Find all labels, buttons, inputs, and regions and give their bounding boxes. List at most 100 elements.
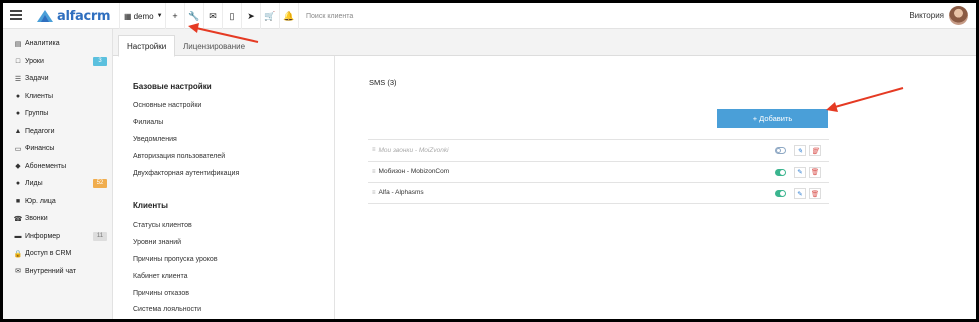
- provider-toggle[interactable]: [775, 168, 786, 176]
- branch-label: demo: [133, 11, 154, 21]
- pencil-icon[interactable]: ✎: [794, 145, 806, 156]
- provider-toggle[interactable]: [775, 190, 786, 197]
- tab-settings[interactable]: Настройки: [118, 35, 176, 57]
- alfacrm-logo-icon: [37, 10, 53, 22]
- settings-link-main[interactable]: Основные настройки: [133, 102, 201, 109]
- sidebar-item-groups[interactable]: ● Группы: [3, 105, 112, 123]
- phone-icon: ☎: [13, 215, 23, 223]
- sidebar-item-lessons[interactable]: □ Уроки 3: [3, 53, 112, 71]
- tab-bar: Настройки Лицензирование: [113, 29, 976, 57]
- wrench-icon[interactable]: 🔧: [184, 3, 203, 29]
- logo-text: alfacrm: [57, 8, 111, 24]
- bell-icon[interactable]: 🔔: [279, 3, 298, 29]
- sidebar-item-subscriptions[interactable]: ◆ Абонементы: [3, 158, 112, 176]
- sidebar-item-label: Внутренний чат: [25, 267, 77, 275]
- toolbar: ▦ demo ▼ + 🔧 ✉ ▯ ➤ 🛒 🔔 Поиск клиента: [119, 3, 418, 29]
- sidebar-item-tasks[interactable]: ☰ Задачи: [3, 70, 112, 88]
- trash-icon[interactable]: 🗑: [809, 188, 821, 199]
- sidebar-item-label: Группы: [25, 110, 49, 118]
- sidebar-item-label: Педагоги: [25, 127, 55, 135]
- user-menu[interactable]: Виктория: [909, 6, 968, 25]
- provider-toggle[interactable]: [775, 147, 786, 154]
- sidebar-item-label: Финансы: [25, 145, 55, 153]
- settings-menu: Базовые настройки Основные настройки Фил…: [113, 56, 335, 319]
- drag-handle-icon[interactable]: ≡: [372, 147, 376, 153]
- sidebar-item-label: Клиенты: [25, 92, 54, 100]
- settings-link-client-statuses[interactable]: Статусы клиентов: [133, 222, 192, 229]
- settings-link-client-cabinet[interactable]: Кабинет клиента: [133, 273, 187, 280]
- logo[interactable]: alfacrm: [36, 8, 111, 24]
- cart-icon[interactable]: 🛒: [260, 3, 279, 29]
- settings-link-loyalty[interactable]: Система лояльности: [133, 306, 201, 313]
- section-title-base: Базовые настройки: [133, 82, 212, 91]
- sidebar-item-label: Лиды: [25, 180, 43, 188]
- chat-icon: ✉: [15, 268, 21, 276]
- sidebar-item-calls[interactable]: ☎ Звонки: [3, 210, 112, 228]
- users-icon: ●: [15, 110, 21, 118]
- sidebar: ▤ Аналитика □ Уроки 3 ☰ Задачи ● Клиенты ● Гру…: [3, 29, 113, 319]
- settings-link-absence-reasons[interactable]: Причины пропуска уроков: [133, 256, 218, 263]
- branch-selector[interactable]: ▦ demo ▼: [119, 3, 165, 29]
- trash-icon[interactable]: 🗑: [809, 166, 821, 178]
- pencil-icon[interactable]: ✎: [794, 188, 806, 199]
- pencil-icon[interactable]: ✎: [794, 166, 806, 178]
- sidebar-item-label: Аналитика: [25, 40, 60, 48]
- sidebar-item-clients[interactable]: ● Клиенты: [3, 88, 112, 106]
- settings-link-notifications[interactable]: Уведомления: [133, 136, 177, 143]
- sidebar-item-legal-entities[interactable]: ■ Юр. лица: [3, 193, 112, 211]
- telegram-icon[interactable]: ➤: [241, 3, 260, 29]
- list-item: ≡ Мои звонки - MoiZvonki ✎ 🗑: [368, 139, 829, 161]
- sidebar-item-analytics[interactable]: ▤ Аналитика: [3, 35, 112, 53]
- sidebar-item-teachers[interactable]: ▲ Педагоги: [3, 123, 112, 141]
- top-bar: alfacrm ▦ demo ▼ + 🔧 ✉ ▯ ➤ 🛒 🔔 Поиск кли…: [3, 3, 976, 29]
- sidebar-item-label: Информер: [25, 232, 61, 240]
- list-item: ≡ Alfa - Alphasms ✎ 🗑: [368, 182, 829, 204]
- leads-badge: 52: [93, 179, 107, 188]
- sidebar-item-leads[interactable]: ● Лиды 52: [3, 175, 112, 193]
- sidebar-item-informer[interactable]: ▬ Информер 11: [3, 228, 112, 246]
- sidebar-item-internal-chat[interactable]: ✉ Внутренний чат: [3, 263, 112, 281]
- tab-licensing[interactable]: Лицензирование: [175, 35, 253, 57]
- tasks-icon: ☰: [14, 75, 22, 83]
- chevron-down-icon: ▼: [156, 13, 163, 19]
- row-actions: ✎ 🗑: [775, 166, 821, 178]
- avatar[interactable]: [949, 6, 968, 25]
- mail-icon[interactable]: ✉: [203, 3, 222, 29]
- drag-handle-icon[interactable]: ≡: [372, 190, 376, 196]
- plus-icon[interactable]: +: [165, 3, 184, 29]
- settings-link-authorization[interactable]: Авторизация пользователей: [133, 153, 225, 160]
- settings-link-refusal-reasons[interactable]: Причины отказов: [133, 290, 189, 297]
- list-item: ≡ Мобизон - MobizonCom ✎ 🗑: [368, 160, 829, 183]
- sidebar-item-label: Задачи: [25, 75, 49, 83]
- section-title-clients: Клиенты: [133, 201, 168, 210]
- sidebar-item-label: Абонементы: [25, 162, 67, 170]
- user-icon: ●: [15, 92, 21, 100]
- sidebar-item-label: Доступ в CRM: [25, 250, 72, 258]
- search-placeholder: Поиск клиента: [306, 12, 354, 20]
- add-sms-button[interactable]: + Добавить: [717, 109, 828, 128]
- client-search-input[interactable]: Поиск клиента: [298, 3, 418, 29]
- drag-handle-icon[interactable]: ≡: [372, 169, 376, 175]
- sms-section-title: SMS (3): [369, 78, 397, 87]
- row-actions: ✎ 🗑: [775, 188, 821, 199]
- user-plus-icon: ●: [15, 180, 21, 188]
- mobile-icon[interactable]: ▯: [222, 3, 241, 29]
- provider-name: Alfa - Alphasms: [378, 189, 424, 197]
- sidebar-item-crm-access[interactable]: 🔒 Доступ в CRM: [3, 245, 112, 263]
- chart-icon: ▤: [14, 40, 22, 48]
- trash-icon[interactable]: 🗑: [809, 145, 821, 156]
- settings-link-knowledge-levels[interactable]: Уровни знаний: [133, 239, 181, 246]
- settings-link-2fa[interactable]: Двухфакторная аутентификация: [133, 170, 239, 177]
- calendar-icon: □: [15, 57, 21, 65]
- tag-icon: ◆: [15, 163, 21, 171]
- provider-name: Мобизон - MobizonCom: [378, 168, 450, 176]
- sidebar-item-finance[interactable]: ▭ Финансы: [3, 140, 112, 158]
- settings-link-branches[interactable]: Филиалы: [133, 119, 163, 126]
- menu-icon[interactable]: [10, 10, 22, 20]
- informer-badge: 11: [93, 231, 107, 241]
- branch-icon: ▦: [124, 11, 132, 21]
- row-actions: ✎ 🗑: [775, 145, 821, 156]
- money-icon: ▭: [14, 145, 22, 153]
- provider-name: Мои звонки - MoiZvonki: [378, 146, 449, 154]
- briefcase-icon: ■: [15, 197, 21, 205]
